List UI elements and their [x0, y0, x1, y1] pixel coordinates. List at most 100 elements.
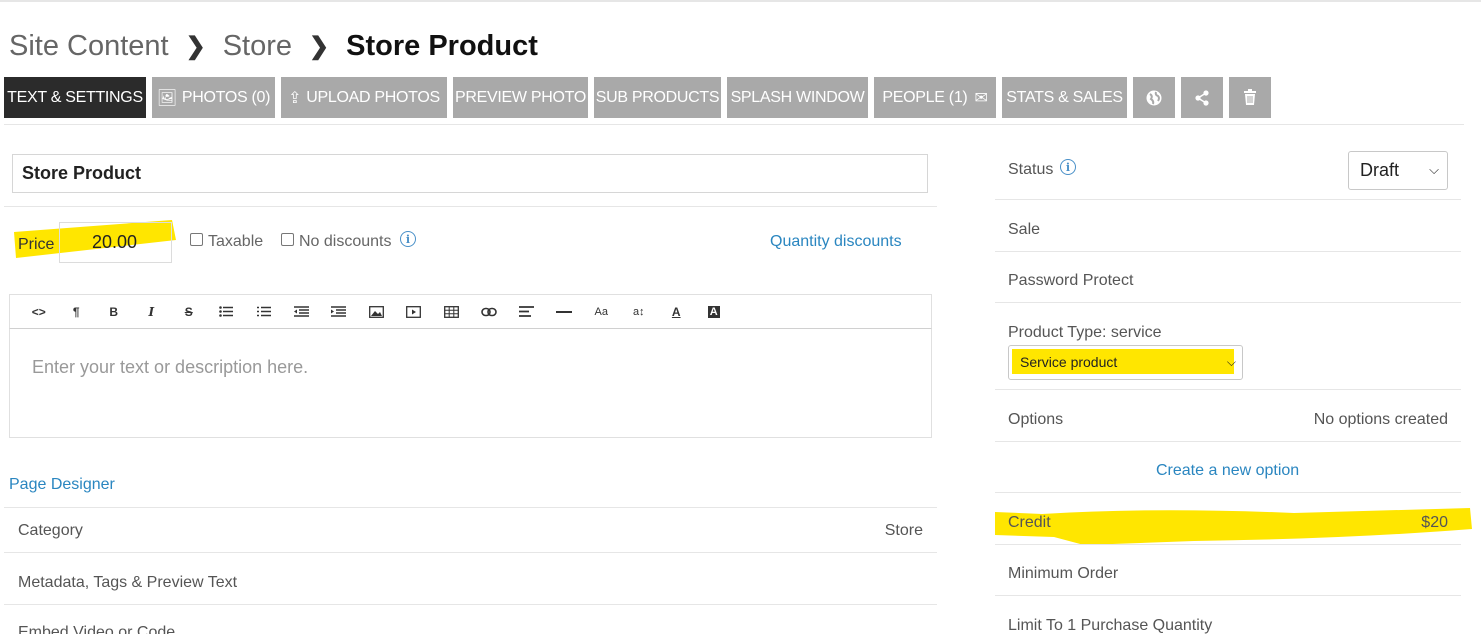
video-icon[interactable] — [395, 294, 433, 329]
breadcrumb-store[interactable]: Store — [223, 30, 292, 63]
tab-stats-sales[interactable]: STATS & SALES — [1002, 77, 1127, 118]
tab-upload-photos[interactable]: ⇪ UPLOAD PHOTOS — [281, 77, 447, 118]
divider — [995, 441, 1461, 442]
delete-button[interactable] — [1229, 77, 1271, 118]
status-select[interactable]: Draft ⌵ — [1348, 151, 1448, 190]
tab-label: PREVIEW PHOTO — [455, 88, 586, 106]
options-label: Options — [1008, 411, 1064, 428]
tab-photos[interactable]: 🖼 PHOTOS (0) — [152, 77, 275, 118]
divider — [4, 552, 937, 553]
unordered-list-icon[interactable] — [208, 294, 246, 329]
indent-icon[interactable] — [320, 294, 358, 329]
tab-label: STATS & SALES — [1006, 88, 1123, 106]
info-icon[interactable]: i — [1060, 159, 1076, 175]
product-type-value: Service product — [1020, 354, 1118, 370]
breadcrumb-site-content[interactable]: Site Content — [9, 30, 169, 63]
embed-video-row[interactable]: Embed Video or Code — [18, 624, 175, 634]
text-color-icon[interactable]: A — [658, 294, 696, 329]
font-size-icon[interactable]: Aa — [583, 294, 621, 329]
page-title: Store Product — [346, 29, 538, 62]
category-value: Store — [884, 522, 923, 539]
divider — [4, 124, 1464, 125]
tab-label: PEOPLE (1) — [882, 88, 968, 106]
tab-text-settings[interactable]: TEXT & SETTINGS — [4, 77, 146, 118]
quantity-discounts-link[interactable]: Quantity discounts — [770, 233, 902, 251]
no-discounts-checkbox[interactable] — [281, 233, 294, 246]
envelope-icon: ✉ — [974, 89, 988, 107]
chevron-right-icon: ❯ — [309, 32, 330, 60]
tab-preview-photo[interactable]: PREVIEW PHOTO — [453, 77, 588, 118]
trash-icon — [1244, 89, 1256, 105]
price-label: Price — [18, 236, 55, 253]
product-title-input[interactable]: Store Product — [12, 154, 928, 193]
limit-purchase-row[interactable]: Limit To 1 Purchase Quantity — [1008, 617, 1212, 634]
info-icon[interactable]: i — [400, 231, 416, 247]
divider — [995, 199, 1461, 200]
tab-label: UPLOAD PHOTOS — [306, 88, 440, 106]
top-border — [0, 0, 1481, 2]
editor-placeholder: Enter your text or description here. — [32, 357, 309, 377]
breadcrumb: Site Content ❯ Store ❯ Store Product — [9, 28, 538, 64]
line-height-icon[interactable]: a↕ — [620, 294, 658, 329]
globe-button[interactable] — [1133, 77, 1175, 118]
link-icon[interactable] — [470, 294, 508, 329]
product-type-label: Product Type: service — [1008, 324, 1162, 341]
ordered-list-icon[interactable] — [245, 294, 283, 329]
credit-value: $20 — [1421, 514, 1448, 531]
options-value: No options created — [1313, 411, 1448, 428]
sale-row[interactable]: Sale — [1008, 221, 1040, 239]
bold-icon[interactable]: B — [95, 294, 133, 329]
divider — [995, 302, 1461, 303]
credit-label[interactable]: Credit — [1008, 514, 1051, 532]
code-view-icon[interactable]: <> — [20, 294, 58, 329]
product-title-value: Store Product — [22, 163, 142, 183]
paragraph-icon[interactable]: ¶ — [58, 294, 96, 329]
table-icon[interactable] — [433, 294, 471, 329]
metadata-row[interactable]: Metadata, Tags & Preview Text — [18, 574, 237, 592]
no-discounts-label: No discounts — [299, 233, 392, 250]
minimum-order-row[interactable]: Minimum Order — [1008, 565, 1118, 583]
chevron-right-icon: ❯ — [185, 32, 206, 60]
page-designer-link[interactable]: Page Designer — [9, 476, 115, 494]
divider — [4, 507, 937, 508]
photos-icon: 🖼 — [156, 89, 177, 107]
editor-toolbar: <> ¶ B I S Aa a↕ A A — [9, 294, 932, 329]
tab-label: SUB PRODUCTS — [595, 88, 720, 106]
chevron-down-icon: ⌵ — [1226, 355, 1236, 369]
status-value: Draft — [1360, 160, 1400, 180]
taxable-checkbox[interactable] — [190, 233, 203, 246]
tab-sub-products[interactable]: SUB PRODUCTS — [594, 77, 721, 118]
tab-splash-window[interactable]: SPLASH WINDOW — [727, 77, 868, 118]
description-editor[interactable]: Enter your text or description here. — [9, 329, 932, 438]
credit-highlight — [995, 508, 1472, 545]
tab-people[interactable]: PEOPLE (1) ✉ — [874, 77, 996, 118]
product-type-select[interactable]: Service product ⌵ — [1008, 345, 1243, 380]
taxable-label: Taxable — [208, 233, 264, 250]
tab-label: SPLASH WINDOW — [730, 88, 865, 106]
italic-icon[interactable]: I — [133, 294, 171, 329]
upload-icon: ⇪ — [288, 89, 302, 107]
divider — [4, 206, 937, 207]
align-left-icon[interactable] — [508, 294, 546, 329]
status-label: Status — [1008, 161, 1054, 178]
outdent-icon[interactable] — [283, 294, 321, 329]
chevron-down-icon: ⌵ — [1429, 162, 1439, 177]
price-value: 20.00 — [92, 232, 138, 252]
divider — [995, 492, 1461, 493]
image-icon[interactable] — [358, 294, 396, 329]
tab-label: PHOTOS (0) — [181, 88, 271, 106]
horizontal-rule-icon[interactable] — [545, 294, 583, 329]
create-option-link[interactable]: Create a new option — [1156, 462, 1299, 480]
strikethrough-icon[interactable]: S — [170, 294, 208, 329]
category-label[interactable]: Category — [18, 522, 83, 540]
globe-icon — [1146, 90, 1162, 105]
divider — [4, 604, 937, 605]
divider — [995, 544, 1461, 545]
divider — [995, 251, 1461, 252]
background-color-icon[interactable]: A — [695, 294, 733, 329]
share-button[interactable] — [1181, 77, 1223, 118]
price-input[interactable]: 20.00 — [59, 222, 172, 263]
divider — [995, 595, 1461, 596]
password-protect-row[interactable]: Password Protect — [1008, 272, 1133, 290]
divider — [995, 389, 1461, 390]
